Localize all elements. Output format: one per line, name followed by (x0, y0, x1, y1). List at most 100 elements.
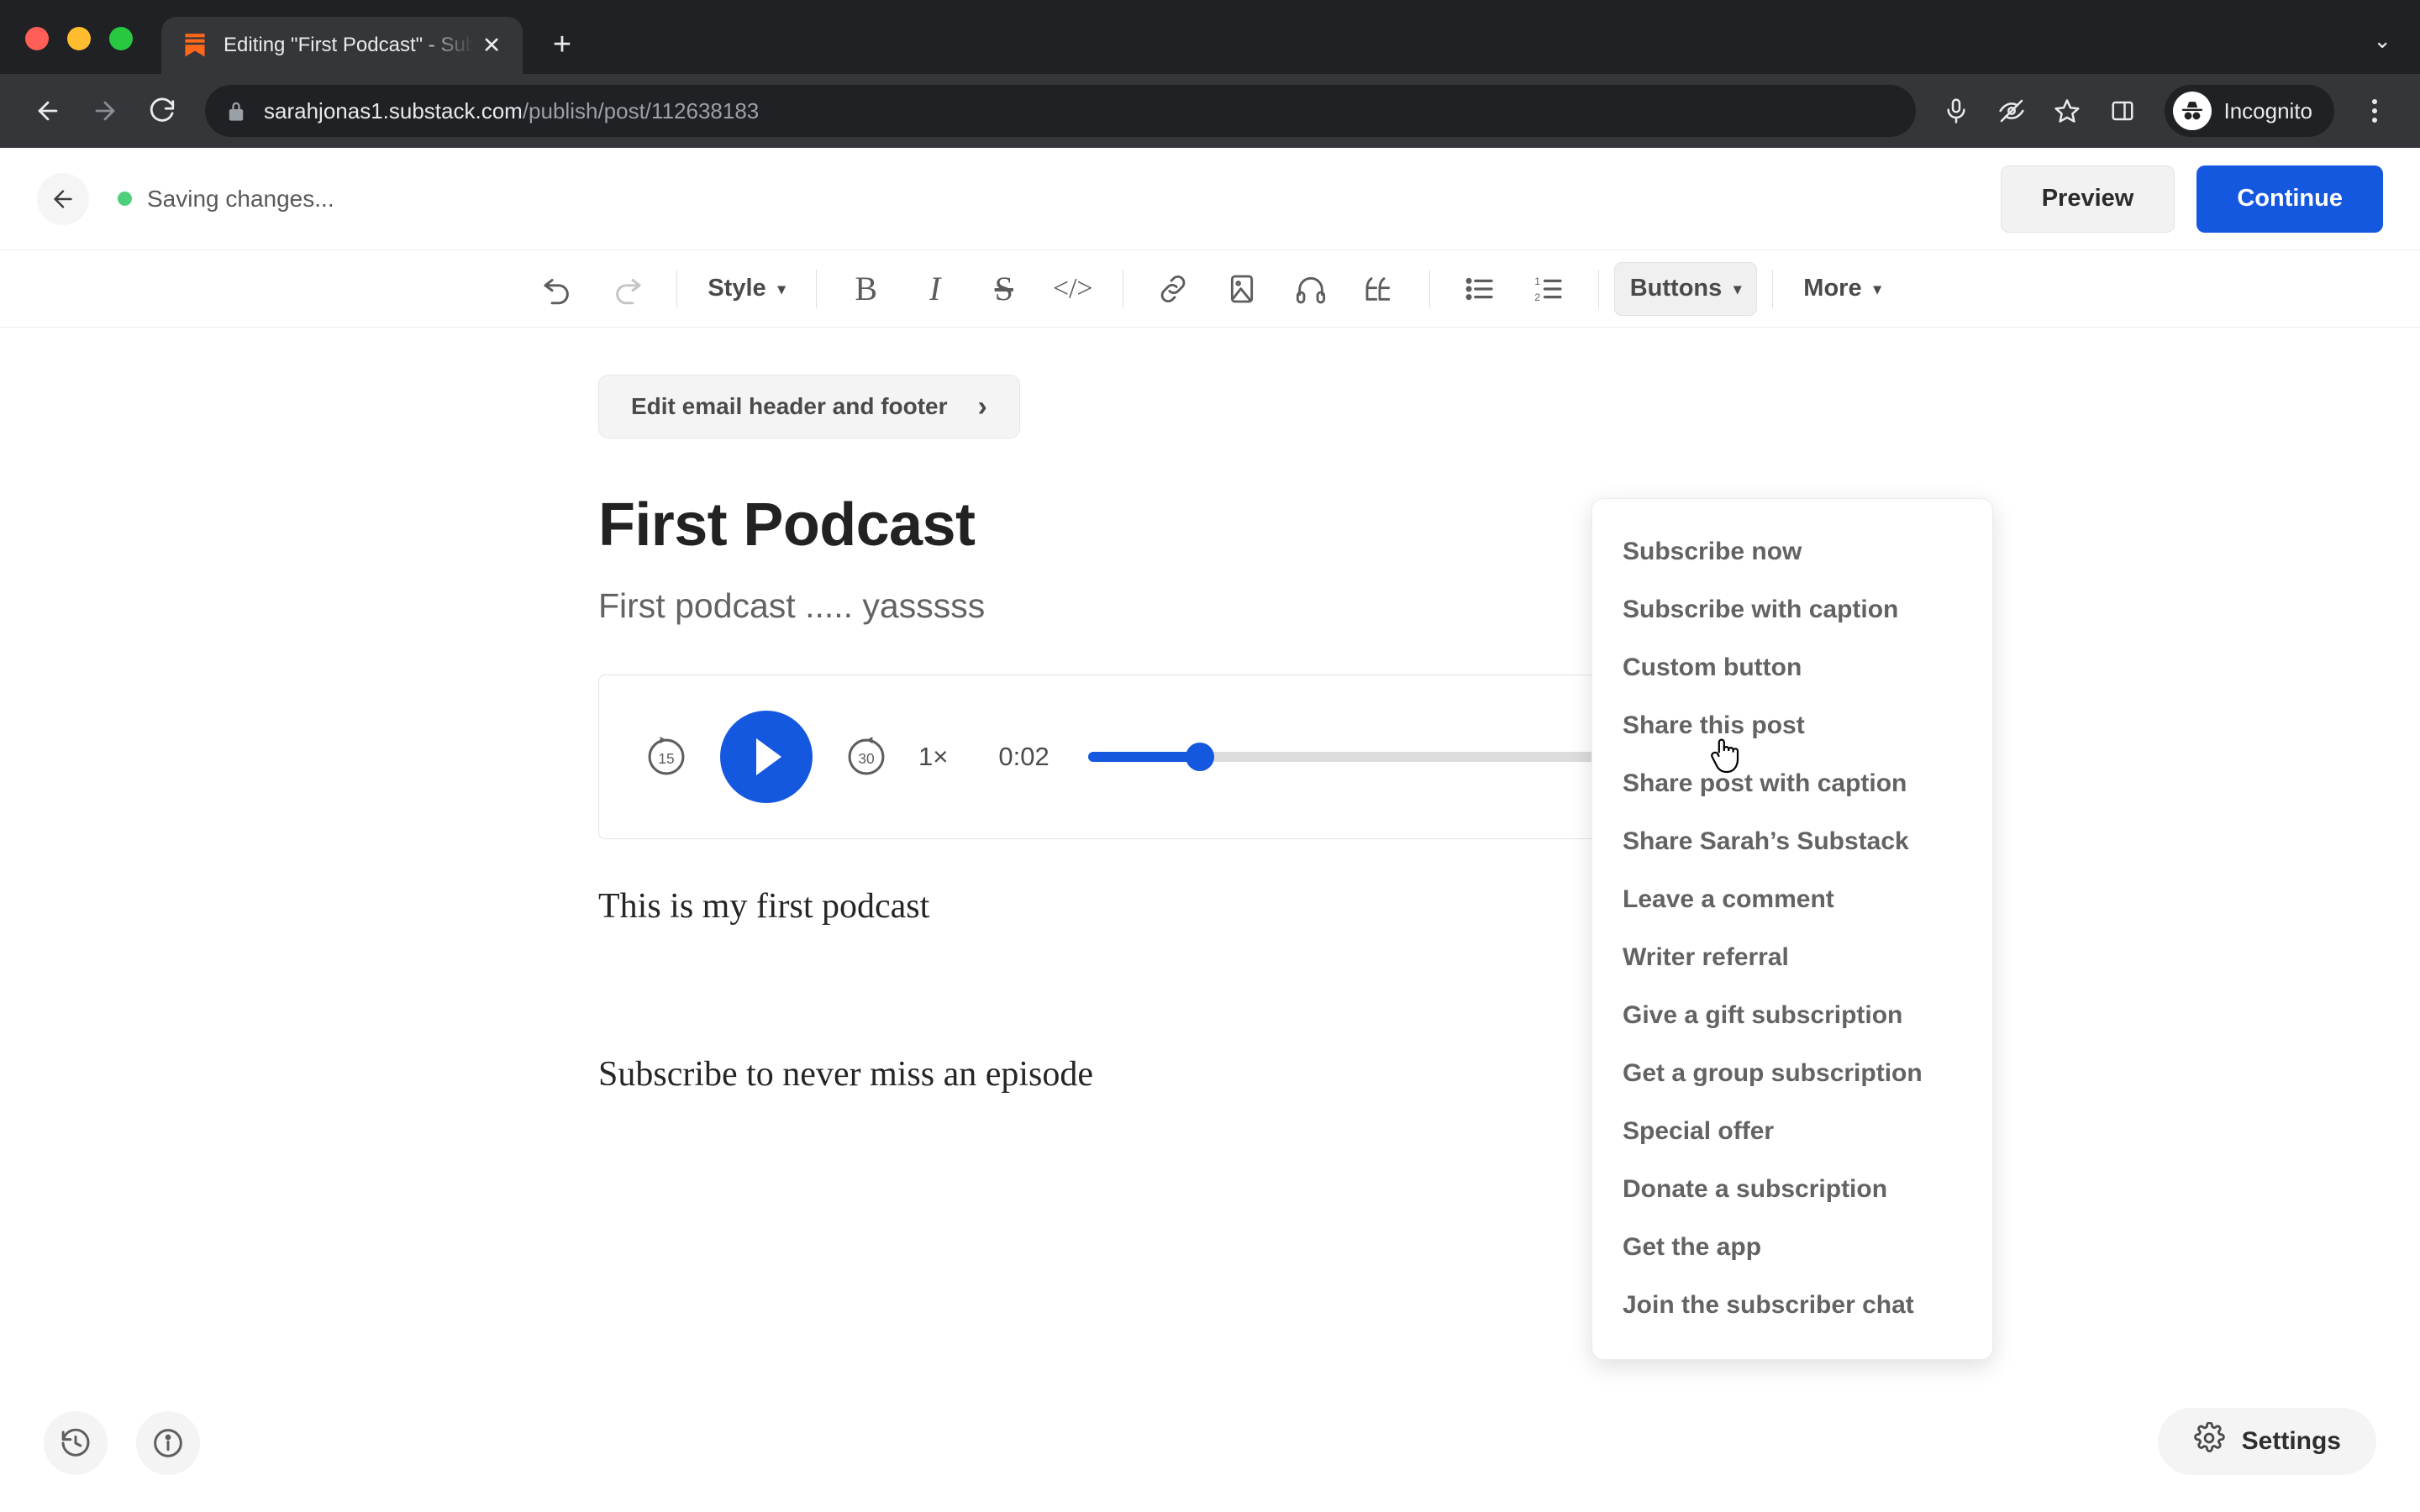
post-document: Edit email header and footer › First Pod… (0, 328, 2420, 1095)
buttons-label: Buttons (1629, 275, 1723, 302)
menu-item-subscribe-now[interactable]: Subscribe now (1592, 522, 1992, 580)
settings-button[interactable]: Settings (2157, 1408, 2376, 1475)
menu-item-join-subscriber-chat[interactable]: Join the subscriber chat (1592, 1276, 1992, 1334)
chevron-down-icon[interactable]: ⌄ (2373, 28, 2391, 54)
close-window-button[interactable] (25, 27, 49, 50)
menu-item-leave-a-comment[interactable]: Leave a comment (1592, 870, 1992, 928)
save-status: Saving changes... (118, 186, 334, 213)
settings-label: Settings (2241, 1427, 2341, 1455)
window-traffic-lights (25, 27, 133, 74)
address-bar[interactable]: sarahjonas1.substack.com/publish/post/11… (205, 85, 1917, 137)
mic-icon[interactable] (1933, 87, 1980, 134)
toolbar-divider (815, 269, 817, 308)
forward-button[interactable] (79, 85, 131, 137)
code-button[interactable]: </> (1046, 262, 1100, 316)
lock-icon (227, 100, 245, 122)
menu-item-share-post-with-caption[interactable]: Share post with caption (1592, 754, 1992, 812)
substack-editor-app: Saving changes... Preview Continue Style… (0, 148, 2420, 1512)
bullet-list-icon[interactable] (1453, 262, 1507, 316)
browser-tab[interactable]: Editing "First Podcast" - Substack ✕ (161, 17, 523, 74)
toolbar-divider (676, 269, 678, 308)
svg-text:1: 1 (1534, 275, 1540, 286)
back-button[interactable] (22, 85, 74, 137)
buttons-dropdown-menu: Subscribe now Subscribe with caption Cus… (1591, 498, 1993, 1360)
toolbar-divider (1597, 269, 1599, 308)
numbered-list-icon[interactable]: 12 (1522, 262, 1576, 316)
svg-text:2: 2 (1534, 291, 1540, 303)
toolbar-divider (1428, 269, 1430, 308)
menu-item-give-gift-subscription[interactable]: Give a gift subscription (1592, 986, 1992, 1044)
menu-item-share-this-post[interactable]: Share this post (1592, 696, 1992, 754)
tab-strip: Editing "First Podcast" - Substack ✕ + ⌄ (0, 0, 2420, 74)
substack-favicon (183, 33, 207, 58)
post-paragraph[interactable]: Subscribe to never miss an episode (598, 1054, 2420, 1095)
bold-button[interactable]: B (839, 262, 893, 316)
address-bar-url: sarahjonas1.substack.com/publish/post/11… (264, 98, 759, 124)
editor-header-actions: Preview Continue (2000, 165, 2383, 233)
gear-icon (2193, 1421, 2225, 1461)
audio-progress-knob[interactable] (1186, 743, 1215, 771)
current-time-label: 0:02 (998, 742, 1050, 771)
menu-item-get-the-app[interactable]: Get the app (1592, 1218, 1992, 1276)
chrome-menu-icon[interactable] (2351, 87, 2398, 134)
image-icon[interactable] (1215, 262, 1269, 316)
menu-item-get-group-subscription[interactable]: Get a group subscription (1592, 1044, 1992, 1102)
menu-item-custom-button[interactable]: Custom button (1592, 638, 1992, 696)
undo-button[interactable] (531, 262, 585, 316)
close-tab-button[interactable]: ✕ (474, 28, 509, 63)
more-dropdown[interactable]: More ▾ (1788, 262, 1896, 316)
continue-button[interactable]: Continue (2196, 165, 2383, 233)
history-clock-icon[interactable] (44, 1411, 108, 1475)
edit-email-header-footer-label: Edit email header and footer (631, 393, 948, 419)
chevron-down-icon: ▾ (1873, 280, 1881, 297)
edit-email-header-footer-button[interactable]: Edit email header and footer › (598, 375, 1020, 438)
minimize-window-button[interactable] (67, 27, 91, 50)
url-domain: sarahjonas1.substack.com (264, 97, 523, 123)
preview-button[interactable]: Preview (2000, 165, 2175, 233)
quote-icon[interactable] (1353, 262, 1407, 316)
editor-header: Saving changes... Preview Continue (0, 148, 2420, 250)
strikethrough-button[interactable]: S (977, 262, 1031, 316)
more-label: More (1803, 275, 1862, 302)
post-paragraph[interactable]: This is my first podcast (598, 886, 2420, 927)
new-tab-button[interactable]: + (536, 18, 588, 71)
side-panel-icon[interactable] (2099, 87, 2146, 134)
editor-back-button[interactable] (37, 172, 89, 225)
menu-item-special-offer[interactable]: Special offer (1592, 1102, 1992, 1160)
style-dropdown[interactable]: Style ▾ (692, 262, 800, 316)
profile-incognito-button[interactable]: Incognito (2165, 85, 2334, 137)
incognito-icon (2173, 92, 2212, 130)
formatting-toolbar: Style ▾ B I S </> 1 2 Buttons ▾ More ▾ (0, 250, 2420, 328)
redo-button[interactable] (600, 262, 654, 316)
incognito-blocked-icon[interactable] (1988, 87, 2035, 134)
post-title[interactable]: First Podcast (598, 491, 2420, 559)
play-button[interactable] (720, 711, 813, 803)
headphones-icon[interactable] (1284, 262, 1338, 316)
link-icon[interactable] (1146, 262, 1200, 316)
style-label: Style (708, 275, 766, 302)
menu-item-subscribe-with-caption[interactable]: Subscribe with caption (1592, 580, 1992, 638)
bookmark-star-icon[interactable] (2044, 87, 2091, 134)
skip-back-15-icon[interactable]: 15 (643, 733, 690, 780)
info-circle-icon[interactable] (136, 1411, 200, 1475)
tab-title: Editing "First Podcast" - Substack (224, 34, 474, 56)
playback-rate-button[interactable]: 1× (918, 742, 948, 772)
profile-label: Incognito (2223, 97, 2312, 123)
chevron-right-icon: › (977, 390, 987, 423)
url-path: /publish/post/112638183 (522, 97, 760, 123)
maximize-window-button[interactable] (109, 27, 133, 50)
chevron-down-icon: ▾ (1733, 280, 1742, 297)
bold-label: B (855, 270, 878, 307)
reload-button[interactable] (136, 85, 188, 137)
omnibox-actions: Incognito (1933, 85, 2398, 137)
italic-label: I (929, 270, 941, 307)
svg-text:30: 30 (858, 750, 874, 767)
italic-button[interactable]: I (908, 262, 962, 316)
menu-item-share-substack[interactable]: Share Sarah’s Substack (1592, 812, 1992, 870)
code-label: </> (1052, 272, 1093, 304)
post-subtitle[interactable]: First podcast ..... yasssss (598, 586, 2420, 626)
skip-forward-30-icon[interactable]: 30 (843, 733, 890, 780)
buttons-dropdown[interactable]: Buttons ▾ (1613, 261, 1758, 316)
menu-item-donate-subscription[interactable]: Donate a subscription (1592, 1160, 1992, 1218)
menu-item-writer-referral[interactable]: Writer referral (1592, 928, 1992, 986)
